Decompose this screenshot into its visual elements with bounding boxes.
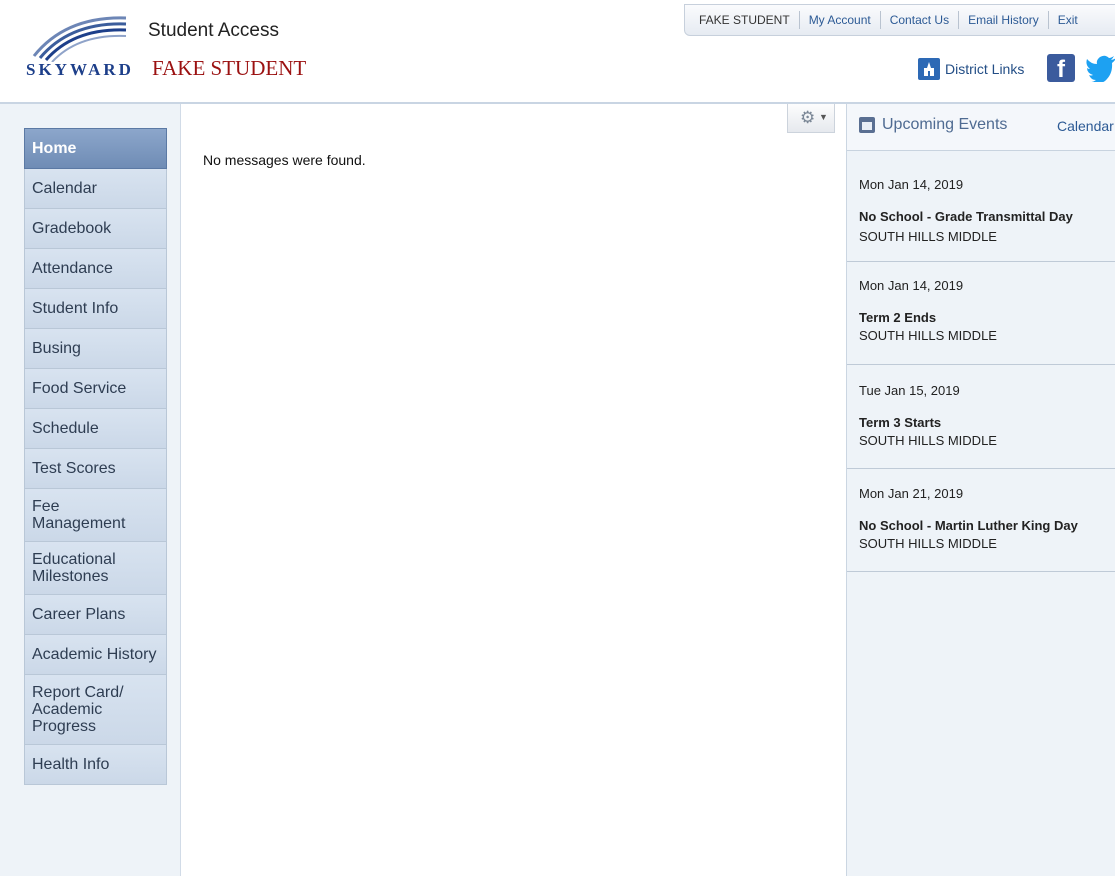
main-content — [181, 104, 846, 876]
sidebar-item-label: Busing — [32, 340, 81, 357]
gear-icon: ⚙ — [800, 108, 816, 127]
top-nav: FAKE STUDENT My Account Contact Us Email… — [684, 4, 1115, 36]
event-date: Mon Jan 14, 2019 — [859, 177, 964, 192]
event-item[interactable]: Mon Jan 14, 2019 Term 2 Ends SOUTH HILLS… — [847, 262, 1115, 365]
empty-messages-text: No messages were found. — [203, 152, 366, 168]
sidebar-item-label: Academic History — [32, 646, 157, 663]
sidebar-item-label: Student Info — [32, 300, 119, 317]
sidebar-item-report-card[interactable]: Report Card/ Academic Progress — [24, 675, 167, 745]
sidebar-item-food-service[interactable]: Food Service — [24, 369, 167, 409]
sidebar-item-gradebook[interactable]: Gradebook — [24, 209, 167, 249]
district-building-icon — [918, 58, 940, 80]
facebook-icon[interactable]: f — [1047, 54, 1075, 83]
sidebar-item-student-info[interactable]: Student Info — [24, 289, 167, 329]
sidebar-item-schedule[interactable]: Schedule — [24, 409, 167, 449]
sidebar-nav: Home Calendar Gradebook Attendance Stude… — [24, 128, 167, 785]
sidebar-item-label: Gradebook — [32, 220, 112, 237]
event-title: Term 3 Starts — [859, 415, 942, 430]
email-history-link[interactable]: Email History — [958, 11, 1048, 29]
event-date: Mon Jan 14, 2019 — [859, 278, 964, 293]
skyward-logo[interactable]: SKYWARD — [26, 12, 136, 82]
contact-us-link[interactable]: Contact Us — [879, 11, 958, 29]
sidebar-item-educational-milestones[interactable]: Educational Milestones — [24, 542, 167, 595]
sidebar-item-label: Educational Milestones — [32, 551, 116, 585]
event-title: No School - Grade Transmittal Day — [859, 209, 1073, 224]
calendar-icon — [859, 117, 875, 133]
sidebar-item-label: Report Card/ Academic Progress — [32, 684, 124, 735]
topnav-student-name: FAKE STUDENT — [699, 13, 790, 27]
events-header: Upcoming Events Calendar — [847, 104, 1115, 151]
event-date: Mon Jan 21, 2019 — [859, 486, 964, 501]
my-account-link[interactable]: My Account — [798, 11, 880, 29]
events-title: Upcoming Events — [882, 116, 1008, 133]
student-name: FAKE STUDENT — [152, 56, 307, 80]
sidebar-item-label: Food Service — [32, 380, 127, 397]
sidebar-item-fee-management[interactable]: Fee Management — [24, 489, 167, 542]
event-item[interactable]: Mon Jan 14, 2019 No School - Grade Trans… — [847, 151, 1115, 262]
sidebar-item-label: Fee Management — [32, 498, 126, 532]
sidebar-item-label: Test Scores — [32, 460, 116, 477]
settings-menu-button[interactable]: ⚙ ▼ — [787, 104, 835, 133]
sidebar-item-career-plans[interactable]: Career Plans — [24, 595, 167, 635]
event-item[interactable]: Tue Jan 15, 2019 Term 3 Starts SOUTH HIL… — [847, 365, 1115, 469]
sidebar-item-label: Calendar — [32, 180, 97, 197]
app-frame: SKYWARD Student Access FAKE STUDENT FAKE… — [0, 0, 1115, 876]
sidebar-item-label: Home — [32, 140, 77, 157]
header: SKYWARD Student Access FAKE STUDENT FAKE… — [0, 0, 1115, 104]
exit-link[interactable]: Exit — [1047, 11, 1087, 29]
event-school: SOUTH HILLS MIDDLE — [859, 229, 997, 244]
sidebar-item-label: Schedule — [32, 420, 99, 437]
sidebar-panel: Home Calendar Gradebook Attendance Stude… — [0, 104, 181, 876]
sidebar-item-label: Attendance — [32, 260, 113, 277]
event-item[interactable]: Mon Jan 21, 2019 No School - Martin Luth… — [847, 469, 1115, 572]
twitter-icon[interactable] — [1085, 54, 1115, 85]
sidebar-item-home[interactable]: Home — [24, 128, 167, 169]
sidebar-item-label: Career Plans — [32, 606, 126, 623]
sidebar-item-test-scores[interactable]: Test Scores — [24, 449, 167, 489]
sidebar-item-health-info[interactable]: Health Info — [24, 745, 167, 785]
event-title: No School - Martin Luther King Day — [859, 518, 1078, 533]
chevron-down-icon: ▼ — [819, 112, 828, 122]
sidebar-item-attendance[interactable]: Attendance — [24, 249, 167, 289]
upcoming-events-panel: Upcoming Events Calendar Mon Jan 14, 201… — [846, 104, 1115, 876]
district-links-label: District Links — [945, 61, 1025, 77]
app-title: Student Access — [148, 20, 279, 41]
district-links-button[interactable]: District Links — [918, 55, 1024, 83]
event-date: Tue Jan 15, 2019 — [859, 383, 960, 398]
sidebar-item-label: Health Info — [32, 756, 110, 773]
sidebar-item-busing[interactable]: Busing — [24, 329, 167, 369]
skyward-swoosh-icon — [32, 16, 127, 63]
logo-wordmark: SKYWARD — [26, 60, 134, 79]
event-school: SOUTH HILLS MIDDLE — [859, 433, 997, 448]
sidebar-item-calendar[interactable]: Calendar — [24, 169, 167, 209]
sidebar-item-academic-history[interactable]: Academic History — [24, 635, 167, 675]
calendar-link[interactable]: Calendar — [1057, 118, 1114, 134]
event-title: Term 2 Ends — [859, 310, 937, 325]
event-school: SOUTH HILLS MIDDLE — [859, 328, 997, 343]
event-school: SOUTH HILLS MIDDLE — [859, 536, 997, 551]
